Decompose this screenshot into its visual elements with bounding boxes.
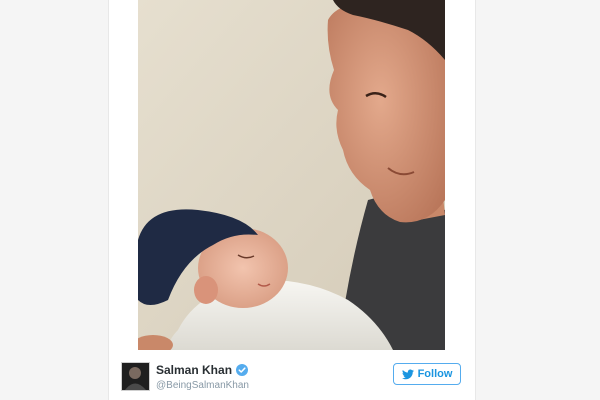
author-handle[interactable]: @BeingSalmanKhan	[156, 380, 249, 391]
follow-button[interactable]: Follow	[393, 363, 461, 385]
profile-avatar-icon	[122, 363, 149, 390]
author-name-row: Salman Khan	[156, 363, 249, 377]
tweet-photo[interactable]	[138, 0, 445, 350]
author-display-name[interactable]: Salman Khan	[156, 363, 232, 377]
tweet-author-bar: Salman Khan @BeingSalmanKhan Follow	[121, 360, 463, 396]
embedded-tweet-card: Salman Khan @BeingSalmanKhan Follow	[108, 0, 476, 400]
avatar[interactable]	[121, 362, 150, 391]
verified-badge-icon	[236, 364, 249, 376]
follow-label: Follow	[417, 368, 453, 380]
twitter-bird-icon	[401, 369, 414, 379]
page: Salman Khan @BeingSalmanKhan Follow	[0, 0, 600, 400]
photo-man-holding-baby	[138, 0, 445, 350]
